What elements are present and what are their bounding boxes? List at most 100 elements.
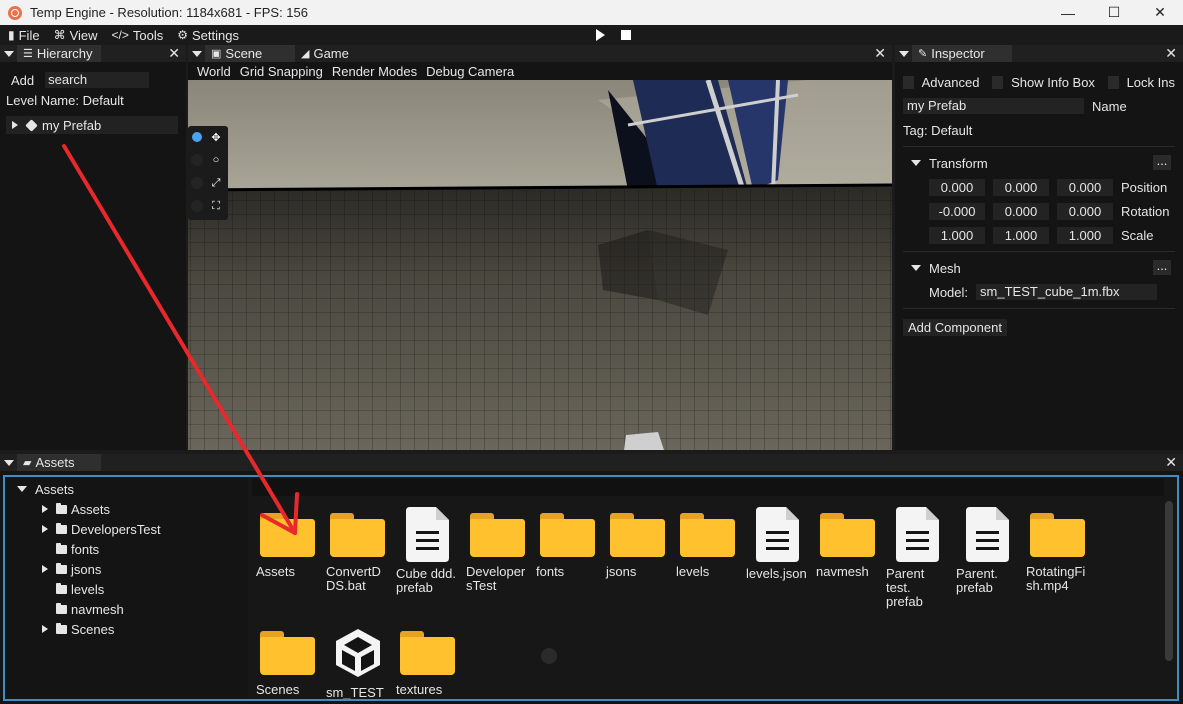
rotation-z-field[interactable]: 0.000 — [1057, 202, 1113, 220]
assets-scrollbar[interactable] — [1165, 501, 1173, 661]
close-scene-icon[interactable]: ✕ — [874, 45, 886, 62]
rect-tool-icon[interactable]: ⛶ — [210, 200, 222, 212]
document-icon — [896, 507, 939, 562]
transform-section-header[interactable]: Transform ... — [903, 151, 1175, 175]
position-z-field[interactable]: 0.000 — [1057, 178, 1113, 196]
hierarchy-item-my-prefab[interactable]: my Prefab — [6, 116, 178, 134]
model-label: Model: — [929, 284, 969, 300]
close-inspector-icon[interactable]: ✕ — [1165, 45, 1177, 62]
chevron-down-icon — [911, 265, 921, 271]
scene-menu-grid-snapping[interactable]: Grid Snapping — [240, 64, 323, 79]
tree-item-scenes[interactable]: Scenes — [42, 620, 114, 638]
scene-viewport[interactable]: ✥ ○ ⤢ ⛶ — [188, 80, 892, 450]
assets-search-input[interactable] — [252, 479, 1164, 496]
close-window-button[interactable]: ✕ — [1137, 0, 1183, 25]
asset-item[interactable]: fonts — [536, 513, 606, 579]
tree-item-levels[interactable]: levels — [56, 580, 104, 598]
rotate-tool-icon[interactable]: ○ — [210, 154, 222, 166]
menu-file[interactable]: ▮ File — [8, 28, 40, 43]
tree-item-developerstest[interactable]: DevelopersTest — [42, 520, 161, 538]
panel-menu-arrow[interactable] — [188, 45, 205, 62]
scale-x-field[interactable]: 1.000 — [929, 226, 985, 244]
divider — [903, 251, 1175, 252]
tab-assets[interactable]: ▰ Assets — [17, 454, 101, 471]
asset-item[interactable]: Developer sTest — [466, 513, 536, 593]
mouse-cursor-indicator — [541, 648, 557, 664]
hierarchy-panel: ☰ Hierarchy ✕ Add search Level Name: Def… — [0, 45, 186, 450]
position-y-field[interactable]: 0.000 — [993, 178, 1049, 196]
add-component-button[interactable]: Add Component — [903, 319, 1007, 336]
scale-tool-radio[interactable] — [191, 177, 203, 189]
position-x-field[interactable]: 0.000 — [929, 178, 985, 196]
close-assets-icon[interactable]: ✕ — [1165, 454, 1177, 471]
scale-z-field[interactable]: 1.000 — [1057, 226, 1113, 244]
asset-item[interactable]: Parent. prefab — [956, 507, 1026, 595]
asset-item[interactable]: navmesh — [816, 513, 886, 579]
minimize-button[interactable]: — — [1045, 0, 1091, 25]
tree-item-jsons[interactable]: jsons — [42, 560, 101, 578]
transform-more-button[interactable]: ... — [1153, 154, 1171, 170]
asset-item[interactable]: ConvertD DS.bat — [326, 513, 396, 593]
add-entity-button[interactable]: Add — [6, 73, 39, 88]
tab-game[interactable]: ◢ Game — [295, 45, 357, 62]
asset-item[interactable]: levels — [676, 513, 746, 579]
divider — [903, 146, 1175, 147]
scale-tool-icon[interactable]: ⤢ — [210, 177, 222, 189]
rotation-y-field[interactable]: 0.000 — [993, 202, 1049, 220]
list-icon: ☰ — [23, 48, 33, 60]
panel-menu-arrow[interactable] — [0, 454, 17, 471]
play-button[interactable] — [593, 28, 607, 42]
tree-item-assets[interactable]: Assets — [42, 500, 110, 518]
close-hierarchy-icon[interactable]: ✕ — [168, 45, 180, 62]
asset-label: textures — [396, 682, 443, 697]
scene-menu-world[interactable]: World — [197, 64, 231, 79]
rotation-x-field[interactable]: -0.000 — [929, 202, 985, 220]
show-info-box-checkbox[interactable] — [992, 75, 1004, 89]
scene-menu-debug-camera[interactable]: Debug Camera — [426, 64, 514, 79]
tree-item-fonts[interactable]: fonts — [56, 540, 99, 558]
asset-item[interactable]: Scenes — [256, 631, 326, 697]
transform-tools: ✥ ○ ⤢ ⛶ — [188, 126, 228, 220]
entity-name-input[interactable]: my Prefab — [903, 98, 1084, 114]
tree-item-navmesh[interactable]: navmesh — [56, 600, 124, 618]
asset-item[interactable]: jsons — [606, 513, 676, 579]
menu-view[interactable]: ⌘ View — [54, 28, 98, 43]
panel-menu-arrow[interactable] — [895, 45, 912, 62]
rotate-tool-radio[interactable] — [191, 154, 203, 166]
asset-item[interactable]: sm_TEST — [326, 625, 396, 699]
model-field[interactable]: sm_TEST_cube_1m.fbx — [976, 284, 1158, 300]
folder-icon — [330, 513, 385, 557]
asset-item[interactable]: levels.json — [746, 507, 816, 581]
tab-hierarchy[interactable]: ☰ Hierarchy — [17, 45, 101, 62]
maximize-button[interactable]: ☐ — [1091, 0, 1137, 25]
menu-settings[interactable]: ⚙ Settings — [177, 28, 239, 43]
tab-inspector[interactable]: ✎ Inspector — [912, 45, 1012, 62]
tree-item-assets-root[interactable]: Assets — [17, 480, 74, 498]
lock-inspector-checkbox[interactable] — [1107, 75, 1119, 89]
advanced-checkbox[interactable] — [903, 75, 914, 89]
tab-scene[interactable]: ▣ Scene — [205, 45, 295, 62]
asset-item[interactable]: Cube ddd. prefab — [396, 507, 466, 595]
menu-bar: ▮ File ⌘ View </> Tools ⚙ Settings — [0, 25, 1183, 45]
stop-button[interactable] — [619, 28, 633, 42]
scale-y-field[interactable]: 1.000 — [993, 226, 1049, 244]
scene-menu-render-modes[interactable]: Render Modes — [332, 64, 417, 79]
panel-menu-arrow[interactable] — [0, 45, 17, 62]
hierarchy-item-label: my Prefab — [42, 117, 102, 133]
divider — [903, 308, 1175, 309]
menu-tools[interactable]: </> Tools — [112, 28, 164, 43]
asset-item[interactable]: textures — [396, 631, 466, 697]
mesh-more-button[interactable]: ... — [1153, 259, 1171, 275]
rect-tool-radio[interactable] — [191, 200, 203, 212]
mesh-section-header[interactable]: Mesh ... — [903, 256, 1175, 280]
hierarchy-search-input[interactable]: search — [45, 72, 150, 88]
file-icon: ▮ — [8, 28, 15, 42]
asset-item[interactable]: RotatingFi sh.mp4 — [1026, 513, 1096, 593]
select-tool-radio[interactable] — [191, 131, 203, 143]
tree-item-label: DevelopersTest — [71, 521, 161, 537]
move-tool-icon[interactable]: ✥ — [210, 131, 222, 144]
inspector-panel: ✎ Inspector ✕ Advanced Show Info Box Loc… — [895, 45, 1183, 450]
asset-item[interactable]: Parent test. prefab — [886, 507, 956, 609]
asset-item[interactable]: Assets — [256, 513, 326, 579]
menu-settings-label: Settings — [192, 27, 239, 43]
